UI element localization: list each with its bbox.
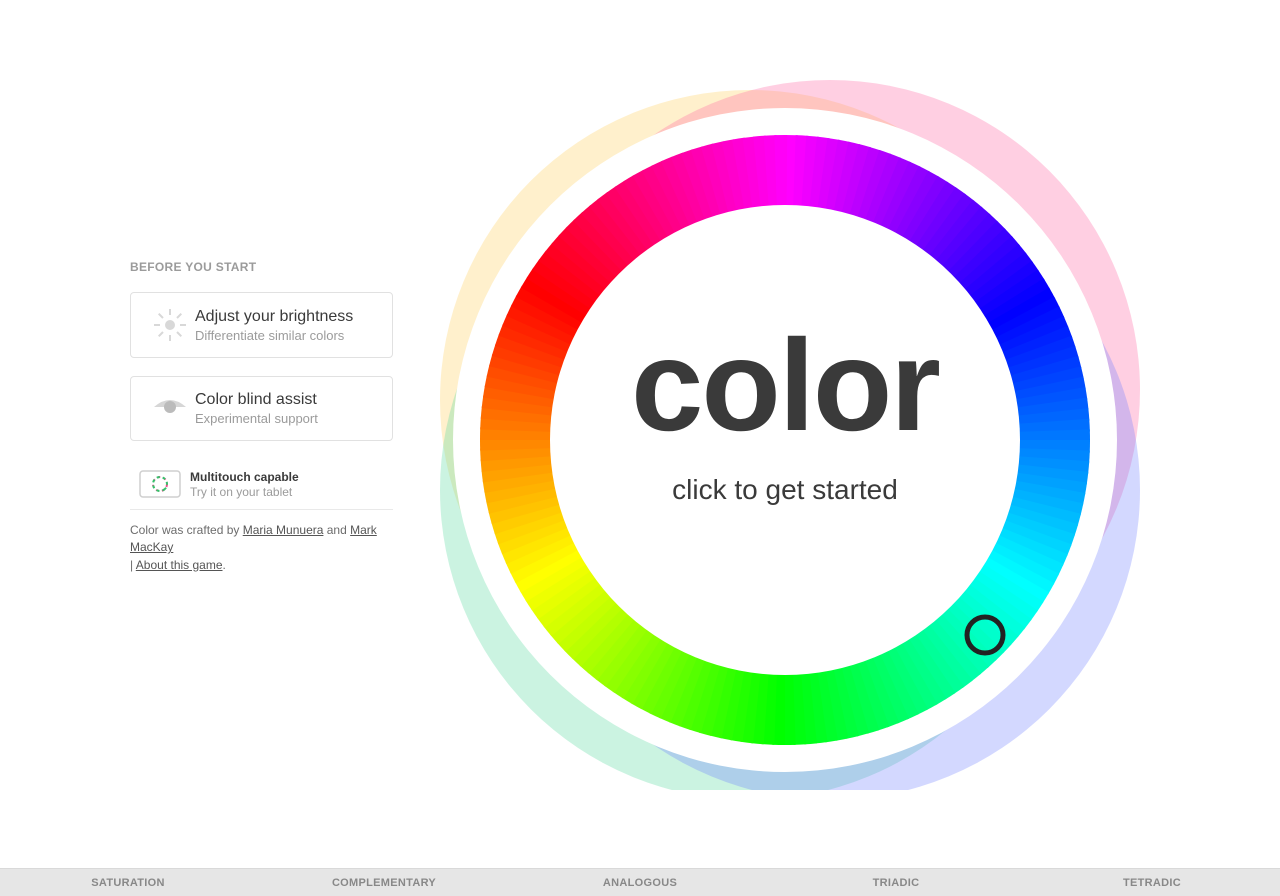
before-you-start-panel: BEFORE YOU START [130, 260, 393, 574]
multitouch-info: Multitouch capable Try it on your tablet [130, 459, 393, 510]
colorblind-title: Color blind assist [195, 391, 378, 409]
before-you-start-heading: BEFORE YOU START [130, 260, 393, 274]
tab-complementary[interactable]: COMPLEMENTARY [256, 869, 512, 896]
colorblind-assist-card[interactable]: Color blind assist Experimental support [130, 376, 393, 441]
brightness-title: Adjust your brightness [195, 308, 378, 326]
mode-tabs: SATURATION COMPLEMENTARY ANALOGOUS TRIAD… [0, 868, 1280, 896]
credits-text: Color was crafted by Maria Munuera and M… [130, 522, 393, 574]
tablet-icon [130, 467, 190, 501]
about-link[interactable]: About this game [136, 558, 223, 572]
tab-saturation[interactable]: SATURATION [0, 869, 256, 896]
color-wheel-start-button[interactable]: color click to get started [430, 70, 1140, 790]
author-link-maria[interactable]: Maria Munuera [243, 523, 324, 537]
tab-triadic[interactable]: TRIADIC [768, 869, 1024, 896]
tab-tetradic[interactable]: TETRADIC [1024, 869, 1280, 896]
eye-icon [145, 397, 195, 421]
colorblind-subtitle: Experimental support [195, 411, 378, 426]
color-wheel-icon [430, 70, 1140, 790]
adjust-brightness-card[interactable]: Adjust your brightness Differentiate sim… [130, 292, 393, 358]
multitouch-subtitle: Try it on your tablet [190, 485, 299, 499]
brightness-subtitle: Differentiate similar colors [195, 328, 378, 343]
multitouch-title: Multitouch capable [190, 470, 299, 484]
tab-analogous[interactable]: ANALOGOUS [512, 869, 768, 896]
sun-icon [145, 307, 195, 343]
